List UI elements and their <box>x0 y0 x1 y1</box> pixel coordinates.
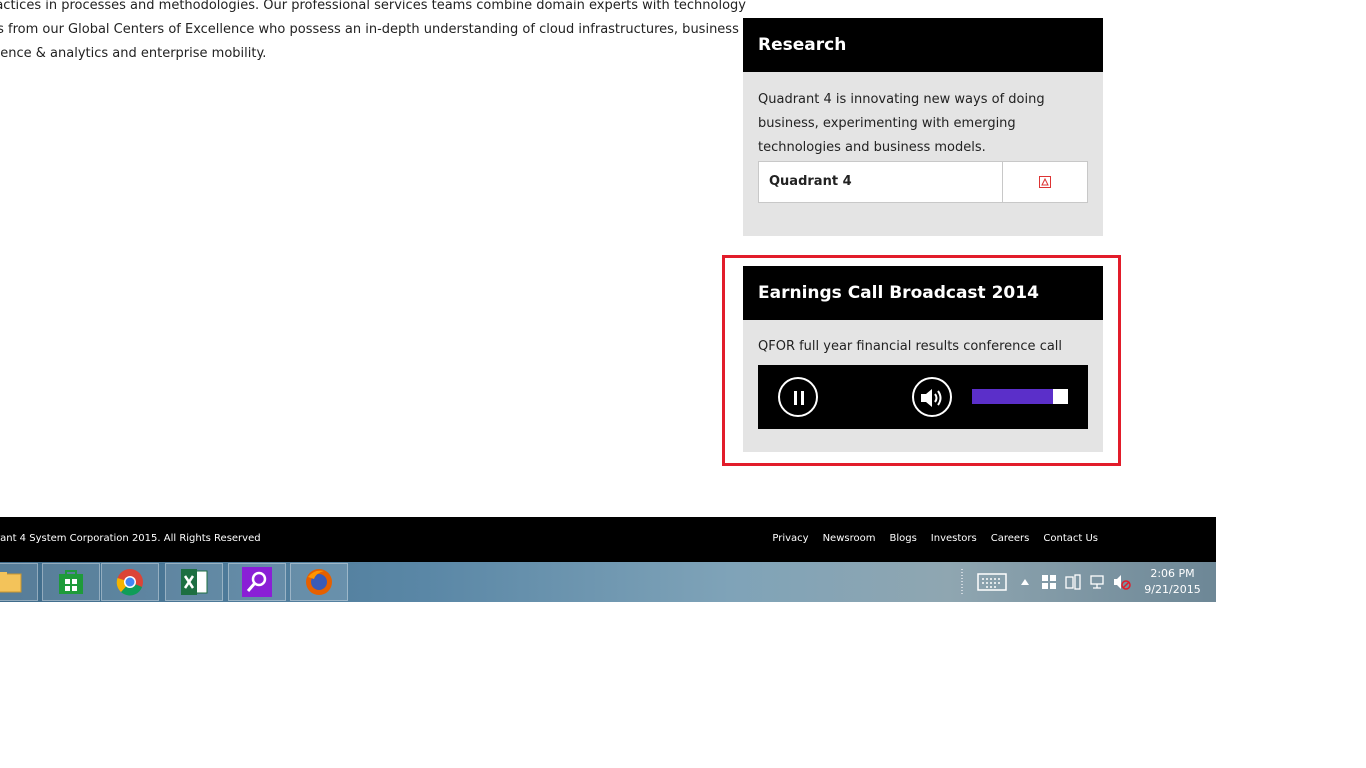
grip-icon <box>961 569 963 595</box>
footer-link-privacy[interactable]: Privacy <box>772 533 808 544</box>
system-clock[interactable]: 2:06 PM 9/21/2015 <box>1140 566 1205 598</box>
volume-slider[interactable] <box>972 389 1068 404</box>
copyright-text: rant 4 System Corporation 2015. All Righ… <box>0 533 261 544</box>
network-tray-button[interactable] <box>1088 562 1106 602</box>
research-title: Research <box>743 18 1103 72</box>
document-row[interactable]: Quadrant 4 <box>758 161 1088 203</box>
excel-button[interactable] <box>165 563 223 601</box>
footer-link-blogs[interactable]: Blogs <box>889 533 916 544</box>
research-widget: Research Quadrant 4 is innovating new wa… <box>743 18 1103 236</box>
file-explorer-icon <box>0 572 22 593</box>
research-description: Quadrant 4 is innovating new ways of doi… <box>758 92 1045 155</box>
earnings-description: QFOR full year financial results confere… <box>758 339 1063 354</box>
volume-button[interactable] <box>912 377 952 417</box>
search-app-icon <box>242 567 272 597</box>
footer: rant 4 System Corporation 2015. All Righ… <box>0 517 1216 562</box>
chevron-up-icon <box>1021 579 1029 585</box>
pause-icon <box>794 391 797 405</box>
file-explorer-button[interactable] <box>0 563 38 601</box>
windows-tray-button[interactable] <box>1040 562 1058 602</box>
chrome-button[interactable] <box>101 563 159 601</box>
clock-date: 9/21/2015 <box>1144 583 1201 596</box>
search-app-button[interactable] <box>228 563 286 601</box>
speaker-muted-icon <box>1114 575 1131 590</box>
pause-button[interactable] <box>778 377 818 417</box>
document-name[interactable]: Quadrant 4 <box>759 162 1003 202</box>
store-button[interactable] <box>42 563 100 601</box>
earnings-title: Earnings Call Broadcast 2014 <box>743 266 1103 320</box>
chrome-icon <box>116 569 143 596</box>
footer-links: Privacy Newsroom Blogs Investors Careers… <box>772 533 1098 544</box>
excel-icon <box>181 569 208 595</box>
footer-link-newsroom[interactable]: Newsroom <box>823 533 876 544</box>
footer-link-investors[interactable]: Investors <box>931 533 977 544</box>
footer-link-careers[interactable]: Careers <box>991 533 1030 544</box>
taskbar: 2:06 PM 9/21/2015 <box>0 562 1216 602</box>
keyboard-icon <box>977 573 1007 591</box>
clock-time: 2:06 PM <box>1150 567 1195 580</box>
audio-player <box>758 365 1088 429</box>
earnings-widget: Earnings Call Broadcast 2014 QFOR full y… <box>743 266 1103 452</box>
intro-line: ractices in processes and methodologies.… <box>0 0 746 13</box>
windows-icon <box>1042 575 1056 589</box>
firefox-icon <box>306 569 332 595</box>
pdf-icon[interactable] <box>1039 176 1051 188</box>
intro-line: ts from our Global Centers of Excellence… <box>0 22 739 37</box>
speaker-icon <box>921 389 942 407</box>
pdf-download[interactable] <box>1003 162 1087 202</box>
power-tray-button[interactable] <box>1064 562 1082 602</box>
tray-grip <box>958 562 966 602</box>
intro-line: gence & analytics and enterprise mobilit… <box>0 46 267 61</box>
firefox-button[interactable] <box>290 563 348 601</box>
footer-link-contact[interactable]: Contact Us <box>1043 533 1098 544</box>
volume-tray-button[interactable] <box>1112 562 1132 602</box>
network-icon <box>1090 575 1104 589</box>
store-icon <box>59 570 83 594</box>
show-hidden-icons-button[interactable] <box>1018 562 1032 602</box>
power-plug-icon <box>1065 574 1081 590</box>
touch-keyboard-button[interactable] <box>976 562 1008 602</box>
intro-text: ractices in processes and methodologies.… <box>0 0 746 66</box>
volume-level <box>972 389 1053 404</box>
